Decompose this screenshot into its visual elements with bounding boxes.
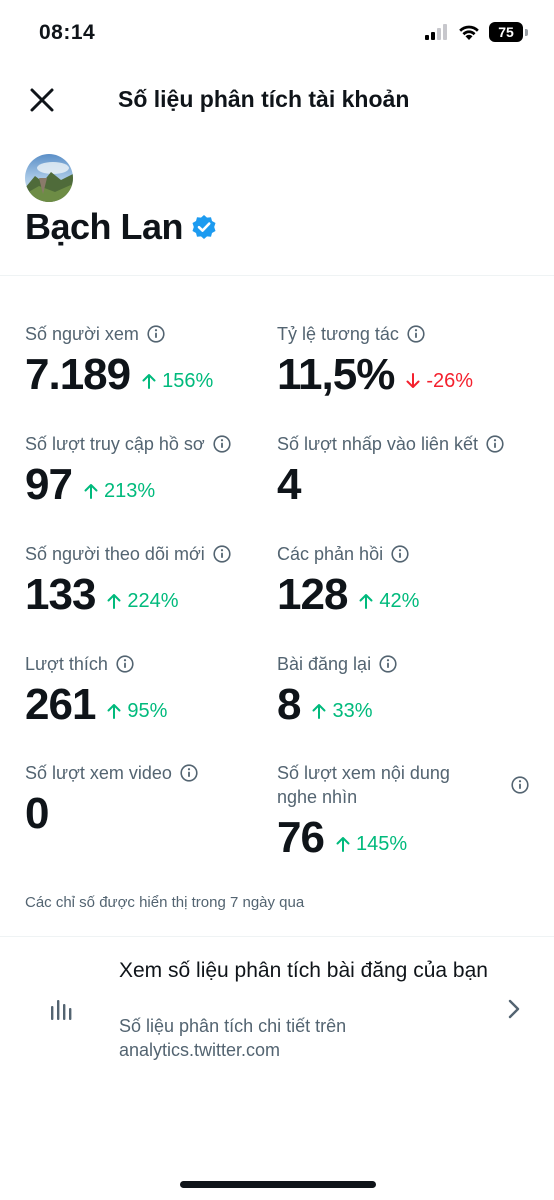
metric-value: 261 — [25, 680, 96, 729]
metric-change: 33% — [312, 699, 373, 723]
metric-change: 95% — [107, 700, 167, 723]
status-bar: 08:14 75 — [0, 0, 554, 66]
metric-replies: Các phản hồi 128 42% — [277, 542, 419, 620]
metric-impressions: Số người xem 7.189 156% — [25, 322, 213, 400]
metric-new-followers: Số người theo dõi mới 133 224% — [25, 542, 231, 620]
metric-value: 4 — [277, 460, 302, 509]
profile-name-row: Bạch Lan — [25, 206, 217, 248]
status-time: 08:14 — [39, 21, 96, 44]
arrow-up-icon — [359, 594, 373, 609]
metric-label: Số lượt xem video — [25, 763, 172, 783]
chevron-right-icon — [508, 999, 520, 1019]
battery-level: 75 — [498, 24, 514, 40]
wifi-icon — [459, 25, 479, 40]
metric-change: 213% — [84, 480, 155, 503]
home-indicator[interactable] — [180, 1181, 376, 1188]
avatar[interactable] — [25, 154, 73, 202]
arrow-up-icon — [84, 484, 98, 499]
metric-change-value: 95% — [127, 699, 168, 722]
metric-change: 156% — [142, 370, 213, 393]
post-analytics-subtitle: Số liệu phân tích chi tiết trên analytic… — [119, 1016, 347, 1060]
info-icon[interactable] — [180, 764, 198, 782]
metric-video-views: Số lượt xem video 0 — [25, 761, 198, 839]
header: Số liệu phân tích tài khoản — [0, 78, 554, 120]
metric-profile-visits: Số lượt truy cập hồ sơ 97 213% — [25, 432, 231, 510]
metric-value: 128 — [277, 570, 348, 619]
metric-value: 11,5% — [277, 350, 395, 399]
post-analytics-link[interactable]: Xem số liệu phân tích bài đăng của bạn S… — [0, 938, 554, 1078]
metric-change: 224% — [107, 589, 179, 613]
divider — [0, 275, 554, 276]
metric-engagement-rate: Tỷ lệ tương tác 11,5% -26% — [277, 322, 473, 400]
metric-value: 97 — [25, 460, 73, 509]
divider — [0, 936, 554, 937]
footnote: Các chỉ số được hiển thị trong 7 ngày qu… — [25, 894, 305, 911]
metric-value: 76 — [277, 813, 325, 862]
info-icon[interactable] — [116, 655, 134, 673]
metric-label: Bài đăng lại — [277, 654, 372, 674]
metric-label: Số người xem — [25, 324, 139, 344]
metric-change-value: 224% — [127, 589, 179, 612]
metric-value: 8 — [277, 680, 302, 729]
metric-label-line2: nghe nhìn — [277, 787, 358, 807]
metric-change-value: 145% — [355, 832, 408, 855]
metric-label-line1: Số lượt xem nội dung — [277, 763, 450, 783]
battery-indicator: 75 — [489, 22, 523, 42]
metric-value: 7.189 — [25, 350, 131, 399]
metric-label: Tỷ lệ tương tác — [277, 324, 399, 344]
verified-badge-icon — [192, 215, 216, 239]
info-icon[interactable] — [147, 325, 165, 343]
avatar-image — [25, 154, 73, 202]
arrow-up-icon — [142, 374, 156, 389]
arrow-up-icon — [336, 837, 350, 852]
metric-media-views: Số lượt xem nội dung nghe nhìn 76 145% — [277, 761, 529, 863]
metric-change-value: 213% — [103, 479, 156, 502]
post-analytics-title: Xem số liệu phân tích bài đăng của bạn — [119, 959, 488, 982]
metric-change: 145% — [336, 833, 407, 856]
battery-tip — [525, 28, 528, 36]
metric-value: 0 — [25, 789, 50, 838]
info-icon[interactable] — [511, 776, 529, 794]
metric-likes: Lượt thích 261 95% — [25, 652, 167, 730]
metric-change-value: 42% — [379, 589, 420, 612]
info-icon[interactable] — [486, 435, 504, 453]
status-icons: 75 — [425, 22, 528, 42]
signal-icon — [425, 24, 447, 40]
profile-name: Bạch Lan — [25, 206, 184, 247]
page-title: Số liệu phân tích tài khoản — [118, 86, 410, 112]
metric-change: 42% — [359, 590, 419, 613]
arrow-up-icon — [107, 594, 121, 609]
metric-label: Số lượt truy cập hồ sơ — [25, 434, 205, 454]
info-icon[interactable] — [379, 655, 397, 673]
metric-label: Số người theo dõi mới — [25, 544, 205, 564]
metric-link-clicks: Số lượt nhấp vào liên kết 4 — [277, 432, 504, 510]
info-icon[interactable] — [213, 545, 231, 563]
bar-chart-icon — [51, 1000, 72, 1020]
metric-reposts: Bài đăng lại 8 33% — [277, 652, 397, 730]
metric-change: -26% — [406, 370, 473, 393]
arrow-up-icon — [107, 704, 121, 719]
close-icon[interactable] — [26, 84, 58, 116]
metric-label: Các phản hồi — [277, 544, 384, 564]
metric-label: Lượt thích — [25, 654, 108, 674]
arrow-up-icon — [312, 704, 326, 719]
info-icon[interactable] — [391, 545, 409, 563]
metric-value: 133 — [25, 570, 96, 619]
info-icon[interactable] — [213, 435, 231, 453]
metric-change-value: 33% — [332, 699, 373, 722]
arrow-down-icon — [406, 373, 420, 388]
metric-change-value: 156% — [162, 369, 214, 392]
info-icon[interactable] — [407, 325, 425, 343]
metric-label: Số lượt nhấp vào liên kết — [277, 434, 478, 454]
metric-change-value: -26% — [426, 369, 474, 392]
